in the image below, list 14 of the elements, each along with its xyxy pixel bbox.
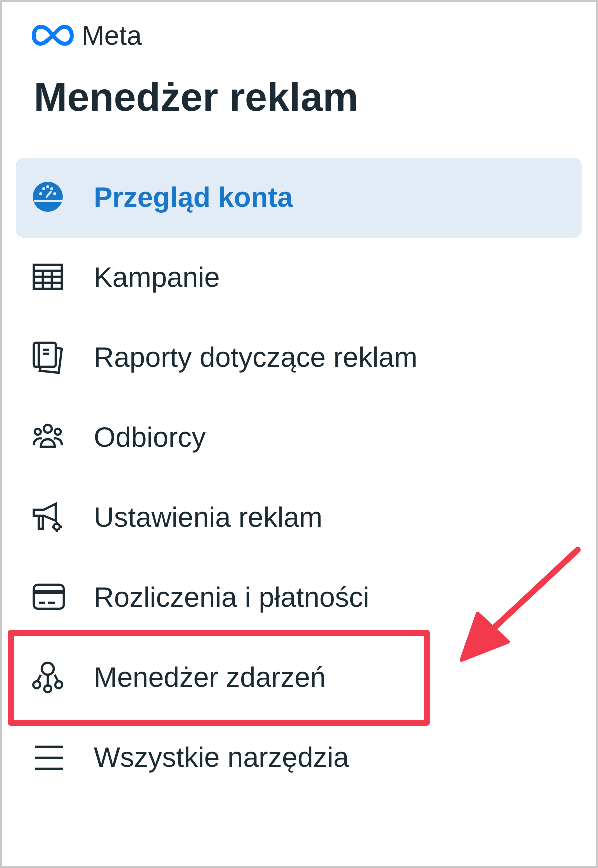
- nav-item[interactable]: Rozliczenia i płatności: [16, 558, 386, 638]
- gauge-icon: [32, 181, 66, 215]
- nav-item[interactable]: Kampanie: [16, 238, 236, 318]
- nav-item[interactable]: Odbiorcy: [16, 398, 222, 478]
- documents-icon: [32, 341, 66, 375]
- nav-item[interactable]: Przegląd konta: [16, 158, 582, 238]
- nav-item[interactable]: Menedżer zdarzeń: [14, 638, 336, 718]
- network-icon: [32, 661, 66, 695]
- nav-item[interactable]: Raporty dotyczące reklam: [16, 318, 434, 398]
- nav-item[interactable]: Ustawienia reklam: [16, 478, 339, 558]
- logo-icon: [32, 25, 74, 47]
- nav-item[interactable]: Wszystkie narzędzia: [16, 718, 366, 798]
- page-title: Menedżer reklam: [34, 75, 359, 122]
- logo-text: Meta: [82, 22, 142, 50]
